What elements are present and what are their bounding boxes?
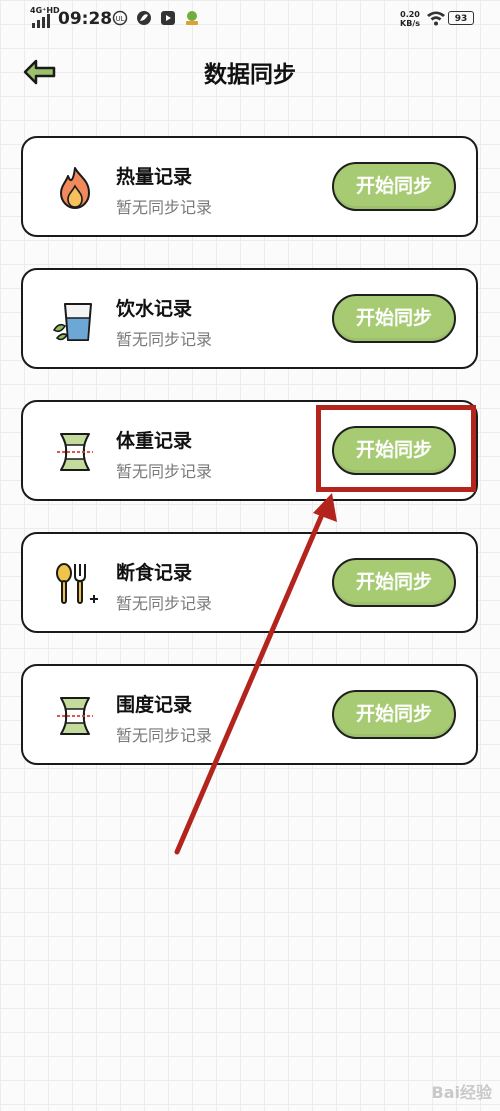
sync-card-fasting: 断食记录 暂无同步记录 开始同步 — [21, 532, 478, 633]
sync-card-water: 饮水记录 暂无同步记录 开始同步 — [21, 268, 478, 369]
annotation-highlight-box — [316, 405, 476, 492]
card-subtitle: 暂无同步记录 — [116, 330, 213, 349]
start-sync-button-calories[interactable]: 开始同步 — [332, 162, 456, 211]
card-subtitle: 暂无同步记录 — [116, 726, 213, 745]
wifi-icon — [427, 11, 445, 26]
card-subtitle: 暂无同步记录 — [116, 594, 213, 613]
card-title: 体重记录 — [116, 430, 193, 452]
watermark: Bai经验 — [431, 1083, 492, 1102]
card-subtitle: 暂无同步记录 — [116, 462, 213, 481]
ul-icon: UL — [112, 10, 128, 26]
net-speed-unit: KB/s — [400, 19, 420, 28]
sync-card-calories: 热量记录 暂无同步记录 开始同步 — [21, 136, 478, 237]
card-title: 饮水记录 — [116, 298, 193, 320]
leaf-app-icon — [136, 10, 152, 26]
signal-icon — [32, 14, 50, 28]
waist-measure-icon — [57, 697, 93, 735]
video-app-icon — [160, 10, 176, 26]
net-speed-value: 0.20 — [400, 10, 420, 19]
battery-indicator: 93 — [448, 11, 474, 25]
network-speed: 0.20 KB/s — [400, 10, 420, 28]
svg-text:UL: UL — [115, 15, 124, 23]
flame-icon — [60, 167, 90, 209]
card-title: 热量记录 — [116, 166, 193, 188]
start-sync-button-fasting[interactable]: 开始同步 — [332, 558, 456, 607]
notification-icons: UL — [112, 10, 200, 26]
status-bar: 4G⁺HD 09:28 UL 0.20 KB/s 93 — [0, 0, 500, 40]
start-sync-button-girth[interactable]: 开始同步 — [332, 690, 456, 739]
waist-icon — [57, 433, 93, 471]
card-title: 围度记录 — [116, 694, 193, 716]
game-app-icon — [184, 10, 200, 26]
sync-card-girth: 围度记录 暂无同步记录 开始同步 — [21, 664, 478, 765]
start-sync-button-water[interactable]: 开始同步 — [332, 294, 456, 343]
status-time: 09:28 — [58, 9, 113, 29]
card-subtitle: 暂无同步记录 — [116, 198, 213, 217]
spoon-fork-icon — [56, 563, 98, 604]
page-title: 数据同步 — [204, 62, 296, 88]
water-glass-icon — [52, 303, 92, 341]
card-title: 断食记录 — [116, 562, 193, 584]
